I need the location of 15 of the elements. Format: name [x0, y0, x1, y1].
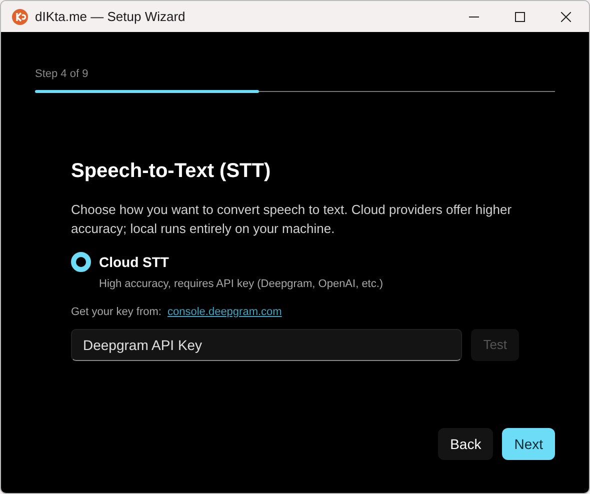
description-text: Choose how you want to convert speech to text. Cloud providers offer higher accuracy; local runs entirely on your machine.	[71, 200, 513, 238]
api-key-field[interactable]: Deepgram API Key	[71, 328, 462, 360]
next-button[interactable]: Next	[502, 428, 555, 460]
step-label: Step 4 of 9	[35, 67, 90, 82]
option-label: Cloud STT	[99, 252, 169, 272]
radio-button[interactable]	[71, 252, 91, 272]
key-hint-text: Get your key from:	[71, 305, 162, 320]
page-heading: Speech-to-Text (STT)	[71, 158, 272, 184]
back-button[interactable]: Back	[438, 428, 494, 460]
option-description: High accuracy, requires API key (Deepgram, OpenAI, etc.)	[99, 276, 384, 292]
close-icon	[561, 12, 571, 22]
maximize-icon	[515, 12, 525, 22]
console-link[interactable]: console.deepgram.com	[167, 304, 282, 320]
app-logo-icon	[12, 8, 28, 24]
window-title: dIKta.me — Setup Wizard	[35, 8, 186, 26]
